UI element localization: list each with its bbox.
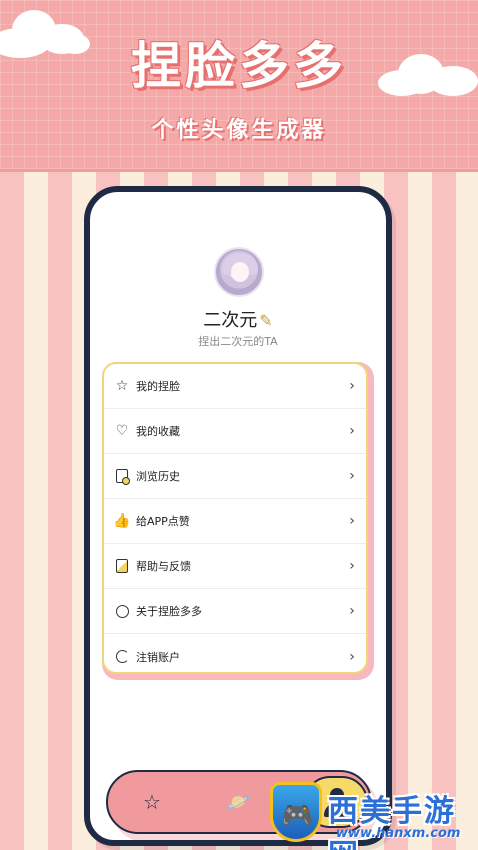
menu-item-help-feedback[interactable]: 帮助与反馈 › (104, 544, 366, 589)
history-doc-icon (114, 468, 130, 485)
chevron-right-icon: › (349, 423, 355, 439)
chevron-right-icon: › (349, 513, 355, 529)
watermark: 西美手游网 www.hanxm.com (270, 782, 476, 850)
heart-icon: ♡ (115, 423, 129, 439)
chevron-right-icon: › (349, 648, 355, 665)
menu-item-label: 浏览历史 (136, 470, 180, 483)
profile-name: 二次元 ✎ (90, 306, 386, 332)
app-subtitle: 个性头像生成器 (151, 118, 327, 143)
planet-tab-icon: 🪐 (225, 790, 251, 814)
menu-card: ☆ 我的捏脸 › ♡ 我的收藏 › 浏览历史 › 👍 给APP点赞 › 帮助与反… (102, 362, 368, 674)
star-outline-icon: ☆ (115, 378, 129, 394)
banner: 捏脸多多 个性头像生成器 (0, 0, 478, 172)
watermark-url: www.hanxm.com (336, 826, 461, 841)
chevron-right-icon: › (349, 558, 355, 574)
thumbs-up-icon: 👍 (113, 513, 131, 529)
profile-name-text: 二次元 (203, 310, 258, 331)
menu-item-favorites[interactable]: ♡ 我的收藏 › (104, 409, 366, 454)
menu-item-about[interactable]: 关于捏脸多多 › (104, 589, 366, 634)
menu-item-label: 我的捏脸 (136, 380, 180, 393)
avatar[interactable] (214, 247, 264, 297)
app-title: 捏脸多多 (131, 37, 347, 95)
help-doc-icon (114, 558, 130, 574)
menu-item-label: 给APP点赞 (136, 515, 190, 528)
menu-item-label: 关于捏脸多多 (136, 605, 202, 618)
chevron-right-icon: › (349, 468, 355, 484)
menu-item-my-faces[interactable]: ☆ 我的捏脸 › (104, 364, 366, 409)
chevron-right-icon: › (349, 603, 355, 619)
menu-item-history[interactable]: 浏览历史 › (104, 454, 366, 499)
tab-star[interactable]: ☆ (134, 784, 170, 820)
phone-frame: 二次元 ✎ 捏出二次元的TA ☆ 我的捏脸 › ♡ 我的收藏 › 浏览历史 › 👍… (84, 186, 392, 846)
tab-planet[interactable]: 🪐 (220, 784, 256, 820)
menu-item-delete-account[interactable]: 注销账户 › (104, 634, 366, 679)
pencil-icon[interactable]: ✎ (259, 311, 272, 330)
menu-item-rate-app[interactable]: 👍 给APP点赞 › (104, 499, 366, 544)
menu-item-label: 我的收藏 (136, 425, 180, 438)
star-tab-icon: ☆ (143, 790, 161, 814)
circle-icon (114, 603, 130, 619)
profile-tagline: 捏出二次元的TA (198, 335, 278, 348)
menu-item-label: 帮助与反馈 (136, 560, 191, 573)
gamepad-shield-icon (270, 782, 322, 842)
power-ring-icon (114, 649, 130, 665)
menu-card-shadow: ☆ 我的捏脸 › ♡ 我的收藏 › 浏览历史 › 👍 给APP点赞 › 帮助与反… (102, 362, 374, 680)
chevron-right-icon: › (349, 378, 355, 394)
menu-item-label: 注销账户 (136, 650, 180, 664)
